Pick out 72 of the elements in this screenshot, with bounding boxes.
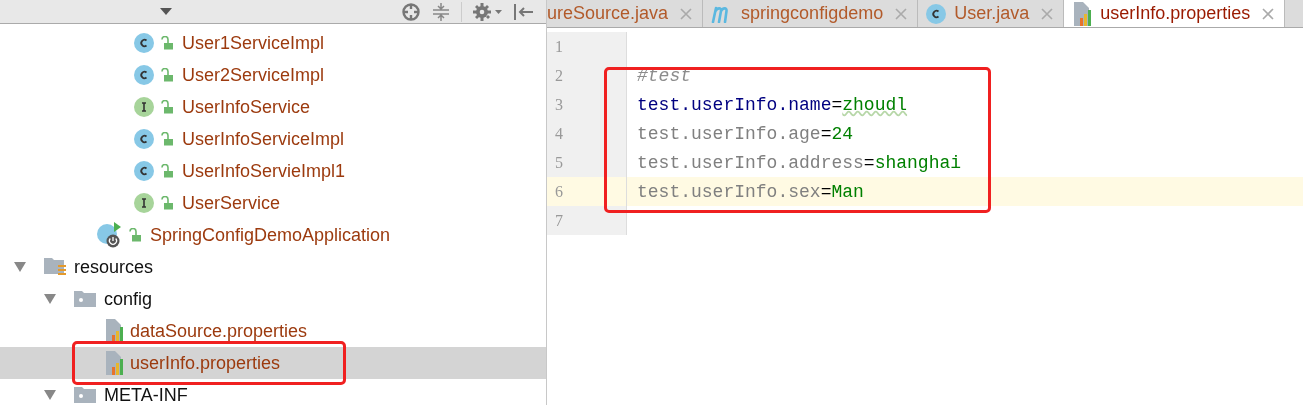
tree-item[interactable]: META-INF bbox=[0, 379, 546, 405]
code-line: test.userInfo.sex=Man bbox=[637, 181, 864, 202]
expanded-arrow-icon[interactable] bbox=[44, 390, 56, 400]
properties-file-icon bbox=[104, 319, 124, 343]
editor-tab[interactable]: ureSource.java bbox=[547, 0, 704, 27]
unlock-icon bbox=[160, 132, 174, 146]
tree-item[interactable]: SpringConfigDemoApplication bbox=[0, 219, 546, 251]
class-icon bbox=[134, 129, 154, 149]
code-line: test.userInfo.name=zhoudl bbox=[637, 94, 908, 115]
tree-item-label: UserService bbox=[182, 192, 281, 214]
editor-tab[interactable]: springconfigdemo bbox=[703, 0, 919, 27]
line-number: 2 bbox=[555, 66, 563, 85]
tree-item-label: META-INF bbox=[104, 384, 188, 405]
tree-item[interactable]: UserInfoServieImpl1 bbox=[0, 155, 546, 187]
tab-label: springconfigdemo bbox=[741, 3, 884, 24]
tree-item-label: UserInfoServiceImpl bbox=[182, 128, 345, 150]
tree-item[interactable]: User2ServiceImpl bbox=[0, 59, 546, 91]
line-number: 7 bbox=[555, 211, 563, 230]
class-icon bbox=[926, 3, 947, 24]
class-icon bbox=[134, 65, 154, 85]
tree-item[interactable]: User1ServiceImpl bbox=[0, 27, 546, 59]
folder-icon bbox=[74, 289, 98, 309]
expanded-arrow-icon[interactable] bbox=[14, 262, 26, 272]
class-icon bbox=[134, 33, 154, 53]
code-line: test.userInfo.address=shanghai bbox=[637, 152, 962, 173]
tree-item-label: config bbox=[104, 288, 153, 310]
properties-file-icon bbox=[1072, 1, 1093, 26]
tree-item-label: User1ServiceImpl bbox=[182, 32, 325, 54]
unlock-icon bbox=[160, 100, 174, 114]
gear-icon[interactable] bbox=[472, 1, 502, 22]
tree-item[interactable]: userInfo.properties bbox=[0, 347, 546, 379]
unlock-icon bbox=[160, 164, 174, 178]
tab-label: ureSource.java bbox=[547, 3, 669, 24]
tree-item[interactable]: UserInfoService bbox=[0, 91, 546, 123]
tree-item[interactable]: dataSource.properties bbox=[0, 315, 546, 347]
close-icon[interactable] bbox=[1262, 7, 1275, 20]
line-number: 4 bbox=[555, 124, 563, 143]
line-number: 5 bbox=[555, 153, 563, 172]
interface-icon bbox=[134, 97, 154, 117]
tree-item-label: UserInfoService bbox=[182, 96, 311, 118]
unlock-icon bbox=[160, 196, 174, 210]
tree-item-label: resources bbox=[74, 256, 154, 278]
unlock-icon bbox=[160, 36, 174, 50]
tree-item-label: UserInfoServieImpl1 bbox=[182, 160, 346, 182]
expanded-arrow-icon[interactable] bbox=[44, 294, 56, 304]
resources-folder-icon bbox=[44, 256, 68, 278]
tree-item-label: SpringConfigDemoApplication bbox=[150, 224, 391, 246]
line-number: 1 bbox=[555, 37, 563, 56]
tree-item-label: User2ServiceImpl bbox=[182, 64, 325, 86]
unlock-icon bbox=[160, 68, 174, 82]
tab-label: userInfo.properties bbox=[1100, 3, 1251, 24]
collapse-icon[interactable] bbox=[431, 1, 451, 22]
line-number: 3 bbox=[555, 95, 563, 114]
tree-item-label: dataSource.properties bbox=[130, 320, 308, 342]
editor-tab[interactable]: User.java bbox=[918, 0, 1065, 27]
tab-label: User.java bbox=[954, 3, 1030, 24]
code-line: test.userInfo.age=24 bbox=[637, 123, 854, 144]
line-number: 6 bbox=[555, 182, 563, 201]
hide-panel-icon[interactable] bbox=[512, 1, 534, 22]
unlock-icon bbox=[128, 228, 142, 242]
tree-item[interactable]: config bbox=[0, 283, 546, 315]
class-icon bbox=[134, 161, 154, 181]
tree-item[interactable]: UserInfoServiceImpl bbox=[0, 123, 546, 155]
tree-item[interactable]: UserService bbox=[0, 187, 546, 219]
editor-tab[interactable]: userInfo.properties bbox=[1064, 0, 1286, 27]
interface-icon bbox=[134, 193, 154, 213]
properties-file-icon bbox=[104, 351, 124, 375]
dropdown-caret-icon[interactable] bbox=[160, 7, 172, 16]
code-comment: #test bbox=[637, 65, 691, 86]
tree-item-label: userInfo.properties bbox=[130, 352, 281, 374]
tree-item[interactable]: resources bbox=[0, 251, 546, 283]
crosshair-icon[interactable] bbox=[401, 1, 421, 22]
